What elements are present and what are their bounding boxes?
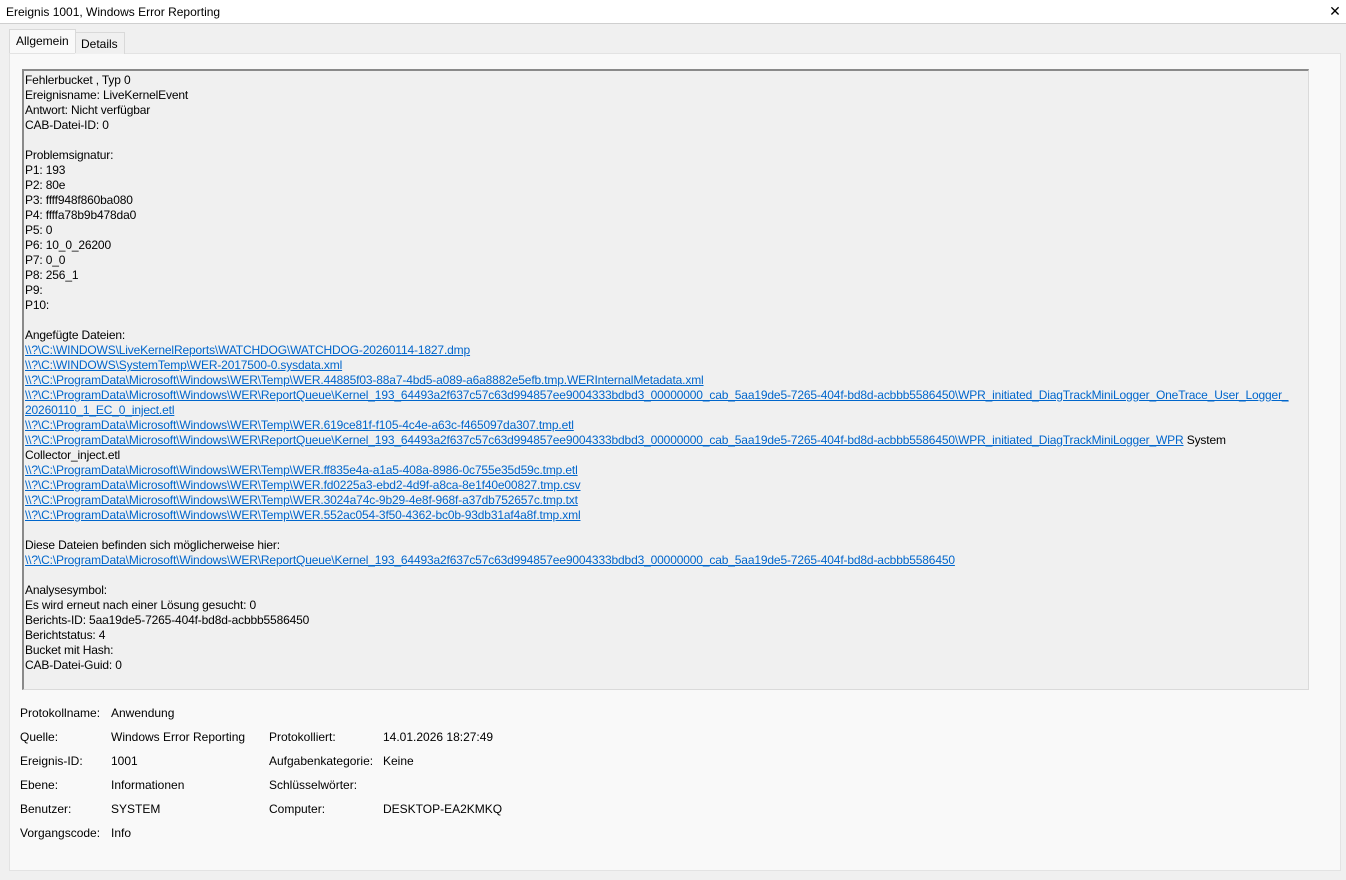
close-icon[interactable]: ✕ xyxy=(1324,0,1346,23)
task-category-value: Keine xyxy=(383,754,414,768)
text-line: Analysesymbol: xyxy=(25,583,107,597)
title-bar: Ereignis 1001, Windows Error Reporting ✕ xyxy=(0,0,1346,24)
user-value: SYSTEM xyxy=(111,802,161,816)
text-line: Collector_inject.etl xyxy=(25,448,121,462)
signature-line: P10: xyxy=(25,298,50,312)
signature-line: P9: xyxy=(25,283,43,297)
log-name-label: Protokollname: xyxy=(20,706,101,720)
location-heading: Diese Dateien befinden sich möglicherwei… xyxy=(25,538,280,552)
computer-label: Computer: xyxy=(269,802,326,816)
source-value: Windows Error Reporting xyxy=(111,730,246,744)
signature-line: P8: 256_1 xyxy=(25,268,79,282)
event-id-label: Ereignis-ID: xyxy=(20,754,83,768)
signature-line: P7: 0_0 xyxy=(25,253,66,267)
file-link[interactable]: \\?\C:\ProgramData\Microsoft\Windows\WER… xyxy=(25,493,578,507)
task-category-label: Aufgabenkategorie: xyxy=(269,754,374,768)
file-link[interactable]: \\?\C:\ProgramData\Microsoft\Windows\WER… xyxy=(25,373,704,387)
attached-files-heading: Angefügte Dateien: xyxy=(25,328,126,342)
signature-line: P2: 80e xyxy=(25,178,66,192)
text-line: Antwort: Nicht verfügbar xyxy=(25,103,151,117)
folder-link[interactable]: \\?\C:\ProgramData\Microsoft\Windows\WER… xyxy=(25,553,955,567)
file-link[interactable]: \\?\C:\WINDOWS\SystemTemp\WER-2017500-0.… xyxy=(25,358,342,372)
event-description-text[interactable]: Fehlerbucket , Typ 0 Ereignisname: LiveK… xyxy=(22,69,1309,690)
level-label: Ebene: xyxy=(20,778,59,792)
log-name-value: Anwendung xyxy=(111,706,175,720)
opcode-label: Vorgangscode: xyxy=(20,826,101,840)
text-line: Ereignisname: LiveKernelEvent xyxy=(25,88,189,102)
file-link[interactable]: \\?\C:\ProgramData\Microsoft\Windows\WER… xyxy=(25,508,581,522)
window-title: Ereignis 1001, Windows Error Reporting xyxy=(6,5,221,19)
level-value: Informationen xyxy=(111,778,185,792)
signature-line: P4: ffffa78b9b478da0 xyxy=(25,208,137,222)
file-link[interactable]: \\?\C:\ProgramData\Microsoft\Windows\WER… xyxy=(25,433,1184,447)
signature-line: P3: ffff948f860ba080 xyxy=(25,193,133,207)
file-link[interactable]: 20260110_1_EC_0_inject.etl xyxy=(25,403,174,417)
signature-line: P5: 0 xyxy=(25,223,53,237)
file-link[interactable]: \\?\C:\ProgramData\Microsoft\Windows\WER… xyxy=(25,463,578,477)
logged-label: Protokolliert: xyxy=(269,730,336,744)
text-line: Bucket mit Hash: xyxy=(25,643,114,657)
text-line: Berichts-ID: 5aa19de5-7265-404f-bd8d-acb… xyxy=(25,613,310,627)
file-link[interactable]: \\?\C:\WINDOWS\LiveKernelReports\WATCHDO… xyxy=(25,343,470,357)
signature-heading: Problemsignatur: xyxy=(25,148,114,162)
source-label: Quelle: xyxy=(20,730,59,744)
file-link[interactable]: \\?\C:\ProgramData\Microsoft\Windows\WER… xyxy=(25,478,581,492)
text-line: Berichtstatus: 4 xyxy=(25,628,106,642)
text-line: CAB-Datei-Guid: 0 xyxy=(25,658,122,672)
logged-value: 14.01.2026 18:27:49 xyxy=(383,730,494,744)
signature-line: P6: 10_0_26200 xyxy=(25,238,111,252)
text-line: Fehlerbucket , Typ 0 xyxy=(25,73,131,87)
file-link[interactable]: \\?\C:\ProgramData\Microsoft\Windows\WER… xyxy=(25,418,574,432)
text-line: Es wird erneut nach einer Lösung gesucht… xyxy=(25,598,257,612)
text-fragment: System xyxy=(1183,433,1226,447)
opcode-value: Info xyxy=(111,826,132,840)
tab-general[interactable]: Allgemein xyxy=(9,29,76,53)
user-label: Benutzer: xyxy=(20,802,72,816)
computer-value: DESKTOP-EA2KMKQ xyxy=(383,802,503,816)
text-line: CAB-Datei-ID: 0 xyxy=(25,118,109,132)
keywords-label: Schlüsselwörter: xyxy=(269,778,358,792)
tab-details[interactable]: Details xyxy=(75,32,125,54)
file-link[interactable]: \\?\C:\ProgramData\Microsoft\Windows\WER… xyxy=(25,388,1289,402)
signature-line: P1: 193 xyxy=(25,163,66,177)
event-id-value: 1001 xyxy=(111,754,138,768)
